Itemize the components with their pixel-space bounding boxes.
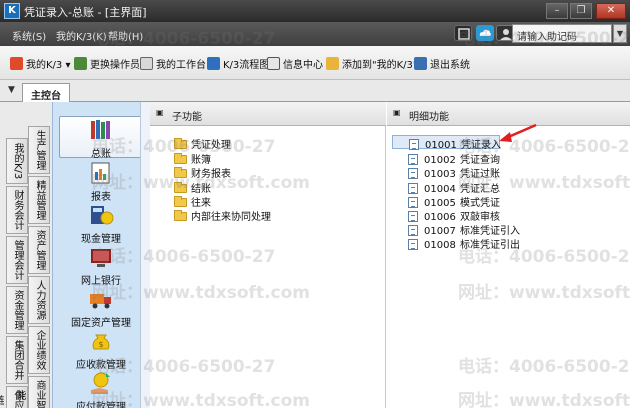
subfunction-transactions[interactable]: 往来 [174,194,211,209]
mnemonic-search-input[interactable]: 请输入助记码 [512,24,612,43]
restore-button[interactable]: ❐ [570,3,592,19]
detail-item-voucher-posting[interactable]: 01003 凭证过账 [408,165,500,180]
svg-text:$: $ [98,340,103,349]
module-payables[interactable]: 应付款管理 [59,370,143,408]
toolbar-my-k3-button[interactable]: 我的K/3 ▾ [10,56,71,72]
detail-item-template-voucher[interactable]: 01005 模式凭证 [408,194,500,209]
cloud-icon[interactable] [476,25,494,41]
category-tab-hr[interactable]: 人力资源 [28,276,50,324]
module-panel: 总账 报表 现金管理 网上银行 固定资产管理 $ 应收款管理 应付款管理 [52,102,150,408]
document-icon [408,154,418,165]
module-online-banking[interactable]: 网上银行 [59,244,143,287]
subfunction-books[interactable]: 账簿 [174,151,211,166]
document-icon [408,197,418,208]
detail-item-standard-export[interactable]: 01008 标准凭证引出 [408,236,520,251]
toolbar: 我的K/3 ▾ 更换操作员 我的工作台 K/3流程图 信息中心 添加到"我的K/… [0,46,630,80]
app-logo-icon: K [4,3,20,19]
message-icon [267,57,280,70]
document-icon [408,183,418,194]
menu-system[interactable]: 系统(S) [12,28,46,43]
subfunctions-panel: 凭证处理 账簿 财务报表 结账 往来 内部往来协同处理 [150,126,386,408]
toolbar-my-workbench-button[interactable]: 我的工作台 [140,56,206,72]
folder-icon [174,153,187,164]
folder-icon [174,182,187,193]
document-icon [408,168,418,179]
workbench-icon [140,57,153,70]
annotation-arrow-icon [499,123,537,142]
module-panel-scrollbar[interactable] [140,102,150,408]
collapse-icon[interactable]: ▣ [156,109,166,119]
title-bar: K 凭证录入-总账 - [主界面] – ❐ ✕ [0,0,630,22]
online-bank-icon [88,244,114,270]
close-button[interactable]: ✕ [596,3,626,19]
module-receivables[interactable]: $ 应收款管理 [59,328,143,371]
subfunction-internal-collaboration[interactable]: 内部往来协同处理 [174,208,271,223]
toolbar-k3-flowchart-button[interactable]: K/3流程图 [207,56,269,72]
star-icon [10,57,23,70]
subfunctions-header: ▣ 子功能 [150,102,386,126]
search-dropdown-arrow-icon[interactable]: ▼ [613,24,627,43]
toolbar-exit-button[interactable]: 退出系统 [414,56,470,72]
money-bag-icon: $ [88,328,114,354]
document-icon [408,211,418,222]
category-tabs: 我的K/3 财务会计 管理会计 资金管理 集团合并 供应链 生产管理 精益管理 … [0,102,52,408]
money-hand-icon [88,370,114,396]
category-tab-asset[interactable]: 资产管理 [28,226,50,274]
detail-item-voucher-entry[interactable]: 01001 凭证录入 [392,135,501,151]
folder-icon [174,196,187,207]
ledger-books-icon [88,117,114,143]
menu-help[interactable]: 帮助(H) [108,28,143,43]
folder-icon [174,210,187,221]
module-cash-management[interactable]: 现金管理 [59,202,143,245]
menu-bar: 系统(S) 我的K/3(K) 帮助(H) 请输入助记码 ▼ [0,22,630,46]
category-tab-group-consolidation[interactable]: 集团合并 [6,336,28,384]
detail-item-double-review[interactable]: 01006 双敲审核 [408,208,500,223]
report-icon [88,160,114,186]
toolbar-add-to-my-k3-button[interactable]: 添加到"我的K/3" [326,56,418,72]
tab-main-console[interactable]: 主控台 [22,83,70,102]
swap-user-icon [74,57,87,70]
add-favorite-icon [326,57,339,70]
category-tab-performance[interactable]: 企业绩效 [28,326,50,374]
tab-list-dropdown-icon[interactable]: ▼ [8,85,15,95]
toolbar-switch-operator-button[interactable]: 更换操作员 [74,56,140,72]
category-tab-financial-accounting[interactable]: 财务会计 [6,186,28,234]
collapse-icon[interactable]: ▣ [393,109,403,119]
folder-icon [174,138,187,149]
module-fixed-assets[interactable]: 固定资产管理 [59,286,143,329]
tab-strip: ▼ 主控台 [0,80,630,102]
detail-item-voucher-summary[interactable]: 01004 凭证汇总 [408,180,500,195]
subfunction-closing[interactable]: 结账 [174,180,211,195]
toolbar-info-center-button[interactable]: 信息中心 [267,56,323,72]
flowchart-icon [207,57,220,70]
exit-icon [414,57,427,70]
window-title: 凭证录入-总账 - [主界面] [24,6,147,19]
subfunction-financial-reports[interactable]: 财务报表 [174,165,231,180]
document-icon [408,225,418,236]
truck-icon [88,286,114,312]
module-reports[interactable]: 报表 [59,160,143,203]
detail-item-standard-import[interactable]: 01007 标准凭证引入 [408,222,520,237]
module-general-ledger[interactable]: 总账 [59,116,143,160]
category-tab-fund-management[interactable]: 资金管理 [6,286,28,334]
detail-item-voucher-query[interactable]: 01002 凭证查询 [408,151,500,166]
chevron-down-icon[interactable]: ▾ [65,60,70,71]
app-icon[interactable] [454,25,472,41]
folder-icon [174,167,187,178]
category-tab-production[interactable]: 生产管理 [28,126,50,174]
document-icon [409,139,419,150]
menu-my-k3[interactable]: 我的K/3(K) [56,28,107,43]
cash-calculator-icon [88,202,114,228]
category-tab-management-accounting[interactable]: 管理会计 [6,236,28,284]
minimize-button[interactable]: – [546,3,568,19]
details-panel: 01001 凭证录入 01002 凭证查询 01003 凭证过账 01004 凭证汇总 … [387,126,630,408]
document-icon [408,239,418,250]
category-tab-bi[interactable]: 商业智能 [14,376,50,408]
category-tab-my-k3[interactable]: 我的K/3 [6,138,28,184]
category-tab-lean[interactable]: 精益管理 [28,176,50,224]
subfunction-voucher-processing[interactable]: 凭证处理 [174,136,231,151]
